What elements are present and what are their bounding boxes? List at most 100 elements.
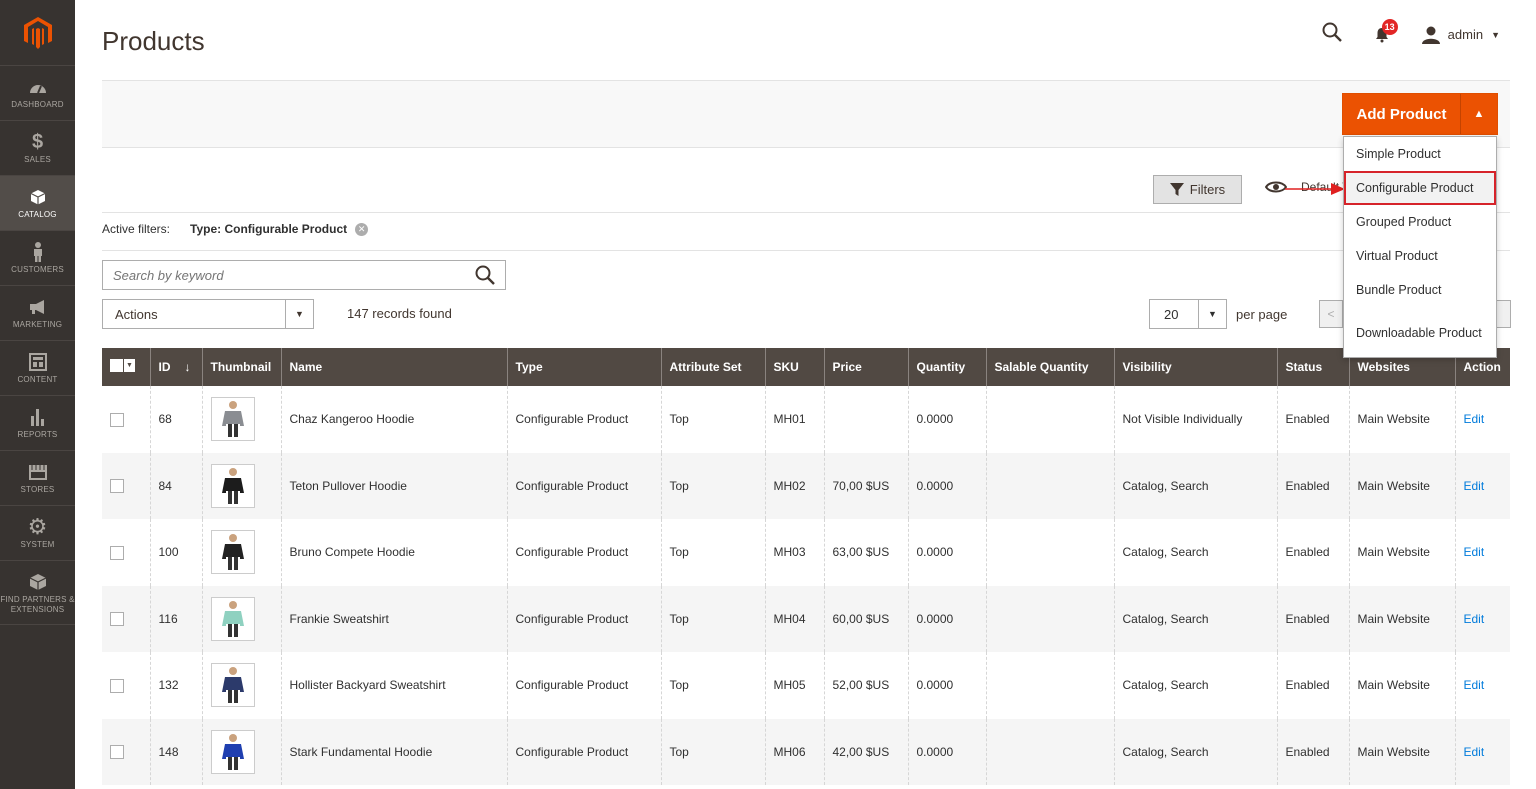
row-checkbox[interactable]: [110, 545, 124, 560]
column-header-price[interactable]: Price: [824, 348, 909, 386]
column-header-name[interactable]: Name: [281, 348, 508, 386]
sidebar-item-sales[interactable]: $ SALES: [0, 121, 75, 176]
cell-type: Configurable Product: [507, 652, 662, 719]
hoodie-image-icon: [221, 401, 244, 438]
column-header-attribute-set[interactable]: Attribute Set: [661, 348, 766, 386]
dollar-icon: $: [31, 131, 44, 153]
sidebar-item-system[interactable]: ⚙ SYSTEM: [0, 506, 75, 561]
sidebar-item-dashboard[interactable]: DASHBOARD: [0, 66, 75, 121]
cell-action: Edit: [1455, 585, 1510, 652]
cell-type: Configurable Product: [507, 519, 662, 586]
table-row[interactable]: 68 Chaz Kangeroo Hoodie Configurable Produ…: [102, 386, 1510, 453]
search-icon[interactable]: [1322, 22, 1342, 47]
cell-status: Enabled: [1277, 386, 1350, 453]
product-thumbnail[interactable]: [210, 729, 255, 774]
row-select-cell: [102, 519, 151, 586]
cell-visibility: Catalog, Search: [1114, 718, 1278, 785]
menu-item-grouped-product[interactable]: Grouped Product: [1344, 205, 1496, 239]
edit-link[interactable]: Edit: [1464, 545, 1485, 559]
cell-salable-quantity: [986, 585, 1115, 652]
cell-attribute-set: Top: [661, 386, 766, 453]
edit-link[interactable]: Edit: [1464, 479, 1485, 493]
page-title: Products: [102, 26, 205, 56]
cell-attribute-set: Top: [661, 452, 766, 519]
filters-button[interactable]: Filters: [1153, 175, 1242, 204]
table-row[interactable]: 100 Bruno Compete Hoodie Configurable Prod…: [102, 519, 1510, 586]
cell-name: Frankie Sweatshirt: [281, 585, 508, 652]
table-row[interactable]: 84 Teton Pullover Hoodie Configurable Prod…: [102, 452, 1510, 519]
column-header-visibility[interactable]: Visibility: [1114, 348, 1278, 386]
add-product-split-button: Add Product ▲: [1342, 93, 1498, 135]
search-icon[interactable]: [475, 265, 495, 285]
menu-item-simple-product[interactable]: Simple Product: [1344, 137, 1496, 171]
edit-link[interactable]: Edit: [1464, 678, 1485, 692]
remove-filter-icon[interactable]: ✕: [355, 222, 369, 236]
column-header-type[interactable]: Type: [507, 348, 662, 386]
magento-logo[interactable]: [0, 0, 75, 66]
edit-link[interactable]: Edit: [1464, 745, 1485, 759]
column-header-id[interactable]: ID ↓: [150, 348, 203, 386]
mass-select-header[interactable]: ▼: [102, 348, 151, 386]
sidebar-label: REPORTS: [17, 430, 58, 439]
column-header-quantity[interactable]: Quantity: [908, 348, 987, 386]
edit-link[interactable]: Edit: [1464, 412, 1485, 426]
table-row[interactable]: 116 Frankie Sweatshirt Configurable Produc…: [102, 585, 1510, 652]
sidebar-item-customers[interactable]: CUSTOMERS: [0, 231, 75, 286]
product-thumbnail[interactable]: [210, 663, 255, 708]
cell-thumbnail: [202, 452, 282, 519]
cell-quantity: 0.0000: [908, 452, 987, 519]
row-checkbox[interactable]: [110, 412, 124, 427]
column-header-sku[interactable]: SKU: [765, 348, 825, 386]
row-checkbox[interactable]: [110, 612, 124, 627]
sidebar-item-stores[interactable]: STORES: [0, 451, 75, 506]
cell-sku: MH04: [765, 585, 825, 652]
sidebar-item-content[interactable]: CONTENT: [0, 341, 75, 396]
sidebar-item-reports[interactable]: REPORTS: [0, 396, 75, 451]
cell-quantity: 0.0000: [908, 386, 987, 453]
row-checkbox[interactable]: [110, 745, 124, 760]
user-menu[interactable]: admin ▼: [1421, 26, 1500, 44]
table-row[interactable]: 148 Stark Fundamental Hoodie Configurable …: [102, 718, 1510, 785]
column-header-status[interactable]: Status: [1277, 348, 1350, 386]
notifications-button[interactable]: 13: [1372, 18, 1398, 45]
search-input[interactable]: [113, 267, 475, 283]
mass-select-checkbox[interactable]: [110, 359, 123, 372]
actions-select[interactable]: Actions ▼: [102, 299, 314, 329]
user-name: admin: [1447, 27, 1484, 42]
product-thumbnail[interactable]: [210, 596, 255, 641]
product-thumbnail[interactable]: [210, 530, 255, 575]
notification-count-badge: 13: [1381, 18, 1398, 35]
menu-item-configurable-product[interactable]: Configurable Product: [1344, 171, 1496, 205]
sidebar-item-find-partners[interactable]: FIND PARTNERS & EXTENSIONS: [0, 561, 75, 625]
row-checkbox[interactable]: [110, 678, 124, 693]
cube-icon: [29, 571, 47, 593]
sidebar-label: SALES: [24, 155, 51, 164]
table-row[interactable]: 132 Hollister Backyard Sweatshirt Configur…: [102, 652, 1510, 719]
grid-header-row: ▼ ID ↓ Thumbnail Name Type Attribute Set …: [102, 348, 1510, 386]
sidebar-label: SYSTEM: [20, 540, 55, 549]
cell-id: 84: [150, 452, 203, 519]
sidebar-item-marketing[interactable]: MARKETING: [0, 286, 75, 341]
layout-icon: [28, 351, 47, 373]
sidebar-item-catalog[interactable]: CATALOG: [0, 176, 75, 231]
row-select-cell: [102, 452, 151, 519]
product-thumbnail[interactable]: [210, 397, 255, 442]
edit-link[interactable]: Edit: [1464, 612, 1485, 626]
caret-up-icon: ▲: [1473, 108, 1485, 120]
product-thumbnail[interactable]: [210, 463, 255, 508]
menu-item-bundle-product[interactable]: Bundle Product: [1344, 273, 1496, 307]
next-page-button[interactable]: [1495, 300, 1511, 328]
sidebar-label: MARKETING: [12, 320, 63, 329]
cell-price: 63,00 $US: [824, 519, 909, 586]
menu-item-virtual-product[interactable]: Virtual Product: [1344, 239, 1496, 273]
add-product-menu-toggle[interactable]: ▲: [1461, 94, 1497, 134]
cell-visibility: Catalog, Search: [1114, 519, 1278, 586]
page-actions-bar: [102, 80, 1510, 148]
add-product-button[interactable]: Add Product: [1343, 94, 1461, 134]
per-page-select[interactable]: 20 ▼: [1149, 299, 1227, 329]
box-icon: [30, 186, 46, 208]
menu-item-downloadable-product[interactable]: Downloadable Product: [1344, 307, 1496, 359]
cell-type: Configurable Product: [507, 718, 662, 785]
row-checkbox[interactable]: [110, 479, 124, 494]
prev-page-button[interactable]: <: [1319, 300, 1343, 328]
